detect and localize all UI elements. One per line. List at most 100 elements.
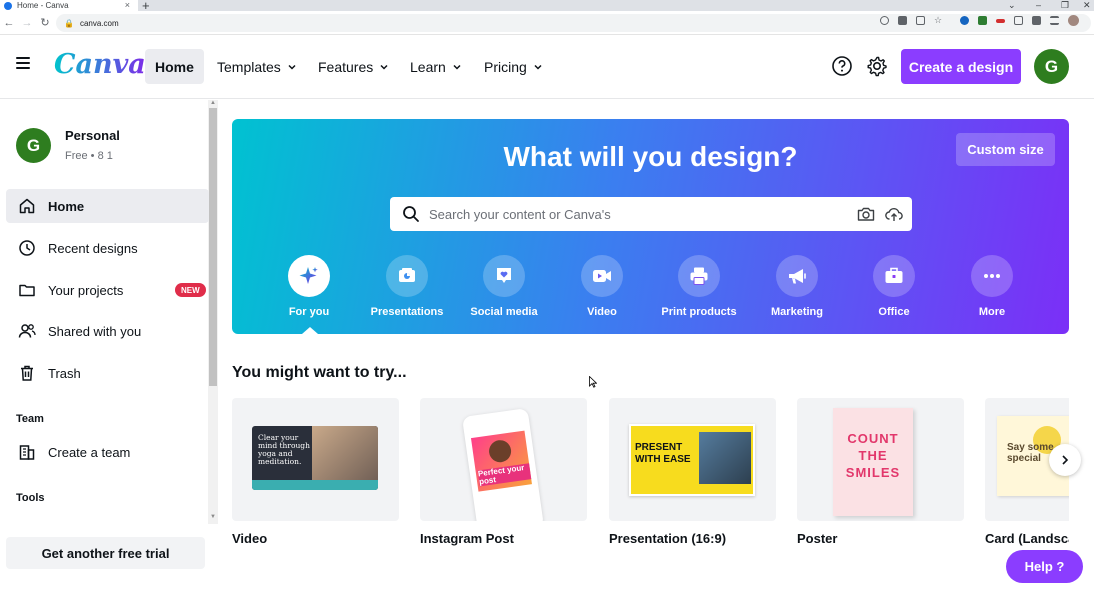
sidebar-item-trash[interactable]: Trash <box>6 356 209 390</box>
url-text: canva.com <box>79 18 119 28</box>
category-social-media[interactable]: Social media <box>456 255 552 318</box>
maximize-button[interactable]: ❐ <box>1061 0 1069 11</box>
card-thumbnail[interactable]: Perfect your post <box>420 398 587 521</box>
share-icon[interactable] <box>916 16 925 25</box>
reading-list-icon[interactable] <box>1050 16 1059 25</box>
sidebar-scrollbar[interactable]: ▲ ▼ <box>208 100 218 524</box>
zoom-icon[interactable] <box>880 16 889 25</box>
team-section-heading: Team <box>16 413 44 425</box>
presentation-thumb-text: PRESENT WITH EASE <box>635 442 691 465</box>
sidebar-item-label: Your projects <box>48 282 124 298</box>
template-card-poster[interactable]: COUNT THE SMILES Poster <box>797 398 964 546</box>
sidebar-item-shared[interactable]: Shared with you <box>6 314 209 348</box>
carousel-next-button[interactable] <box>1049 444 1081 476</box>
people-icon <box>18 324 36 338</box>
minimize-button[interactable]: – <box>1036 0 1041 11</box>
forward-icon[interactable]: → <box>18 17 36 29</box>
card-title[interactable]: Instagram Post <box>420 531 587 546</box>
category-circle <box>776 255 818 297</box>
star-icon[interactable]: ☆ <box>934 16 943 25</box>
profile-name[interactable]: Personal <box>65 128 120 143</box>
menu-icon[interactable] <box>16 57 30 69</box>
eye-off-icon[interactable] <box>898 16 907 25</box>
reload-icon[interactable]: ↻ <box>36 16 54 29</box>
sparkle-icon <box>299 267 318 284</box>
upload-cloud-icon[interactable] <box>884 204 904 224</box>
camera-ext-icon[interactable] <box>1014 16 1023 25</box>
back-icon[interactable]: ← <box>0 17 18 29</box>
nav-templates-label: Templates <box>217 58 281 75</box>
extension-red-icon[interactable] <box>996 19 1005 23</box>
category-video[interactable]: Video <box>554 255 650 318</box>
category-marketing[interactable]: Marketing <box>749 255 845 318</box>
chevron-down-icon <box>380 64 388 70</box>
heart-icon <box>497 268 511 283</box>
search-input[interactable] <box>420 198 856 230</box>
hero-title: What will you design? <box>503 141 798 172</box>
sidebar-item-recent[interactable]: Recent designs <box>6 231 209 265</box>
canva-favicon-icon <box>4 1 12 10</box>
video-thumb-frame: Clear your mind through yoga and meditat… <box>252 426 378 490</box>
category-circle <box>483 255 525 297</box>
scroll-up-icon[interactable]: ▲ <box>208 100 218 106</box>
window-close-button[interactable]: ✕ <box>1083 0 1091 11</box>
instagram-thumb-face <box>487 438 513 464</box>
user-avatar[interactable]: G <box>1034 49 1069 84</box>
nav-home[interactable]: Home <box>145 49 204 84</box>
scroll-down-icon[interactable]: ▼ <box>208 514 218 520</box>
category-for-you[interactable]: For you <box>261 255 357 318</box>
browser-address-bar: ← → ↻ 🔒 canva.com <box>0 11 1094 35</box>
help-circle-icon[interactable] <box>831 55 853 77</box>
profile-avatar[interactable]: G <box>16 128 51 163</box>
suggestions-carousel: Clear your mind through yoga and meditat… <box>232 396 1069 556</box>
trash-icon <box>21 365 33 381</box>
template-card-instagram-post[interactable]: Perfect your post Instagram Post <box>420 398 587 546</box>
sidebar-item-create-team[interactable]: Create a team <box>6 435 209 469</box>
presentation-thumb-slide: PRESENT WITH EASE <box>629 424 755 496</box>
app-header: Canva Home Templates Features Learn Pric… <box>0 35 1094 99</box>
template-card-video[interactable]: Clear your mind through yoga and meditat… <box>232 398 399 546</box>
sidebar-item-home[interactable]: Home <box>6 189 209 223</box>
nav-pricing[interactable]: Pricing <box>474 49 553 84</box>
help-button[interactable]: Help ? <box>1006 550 1083 583</box>
gear-icon[interactable] <box>866 55 888 77</box>
category-circle <box>678 255 720 297</box>
card-title[interactable]: Poster <box>797 531 964 546</box>
nav-features[interactable]: Features <box>308 49 399 84</box>
tab-search-icon[interactable]: ⌄ <box>1008 0 1016 11</box>
card-thumbnail[interactable]: COUNT THE SMILES <box>797 398 964 521</box>
create-design-button[interactable]: Create a design <box>901 49 1021 84</box>
template-card-presentation[interactable]: PRESENT WITH EASE Presentation (16:9) <box>609 398 776 546</box>
category-print-products[interactable]: Print products <box>651 255 747 318</box>
poster-thumb-text: COUNT THE SMILES <box>845 431 901 480</box>
card-title[interactable]: Card (Landscape) <box>985 531 1069 546</box>
extension-blue-icon[interactable] <box>960 16 969 25</box>
card-title[interactable]: Video <box>232 531 399 546</box>
scrollbar-thumb[interactable] <box>209 108 217 386</box>
tab-close-icon[interactable]: × <box>125 0 130 11</box>
sidebar-item-projects[interactable]: Your projects NEW <box>6 273 209 307</box>
card-thumbnail[interactable]: PRESENT WITH EASE <box>609 398 776 521</box>
hero-banner: What will you design? Custom size For yo… <box>232 119 1069 334</box>
category-circle <box>386 255 428 297</box>
extension-green-icon[interactable] <box>978 16 987 25</box>
printer-icon <box>690 267 708 285</box>
nav-learn[interactable]: Learn <box>400 49 472 84</box>
category-label: Office <box>878 306 910 318</box>
free-trial-button[interactable]: Get another free trial <box>6 537 205 569</box>
camera-icon[interactable] <box>856 204 876 224</box>
card-thumbnail[interactable]: Clear your mind through yoga and meditat… <box>232 398 399 521</box>
card-title[interactable]: Presentation (16:9) <box>609 531 776 546</box>
canva-logo[interactable]: Canva <box>54 49 146 80</box>
chevron-down-icon <box>453 64 461 70</box>
chevron-down-icon <box>534 64 542 70</box>
category-more[interactable]: More <box>944 255 1040 318</box>
category-office[interactable]: Office <box>846 255 942 318</box>
custom-size-button[interactable]: Custom size <box>956 133 1055 166</box>
browser-tab[interactable]: Home - Canva × <box>0 0 138 11</box>
new-badge: NEW <box>175 283 206 297</box>
category-presentations[interactable]: Presentations <box>359 255 455 318</box>
profile-icon[interactable] <box>1068 15 1079 26</box>
nav-templates[interactable]: Templates <box>207 49 307 84</box>
puzzle-icon[interactable] <box>1032 16 1041 25</box>
